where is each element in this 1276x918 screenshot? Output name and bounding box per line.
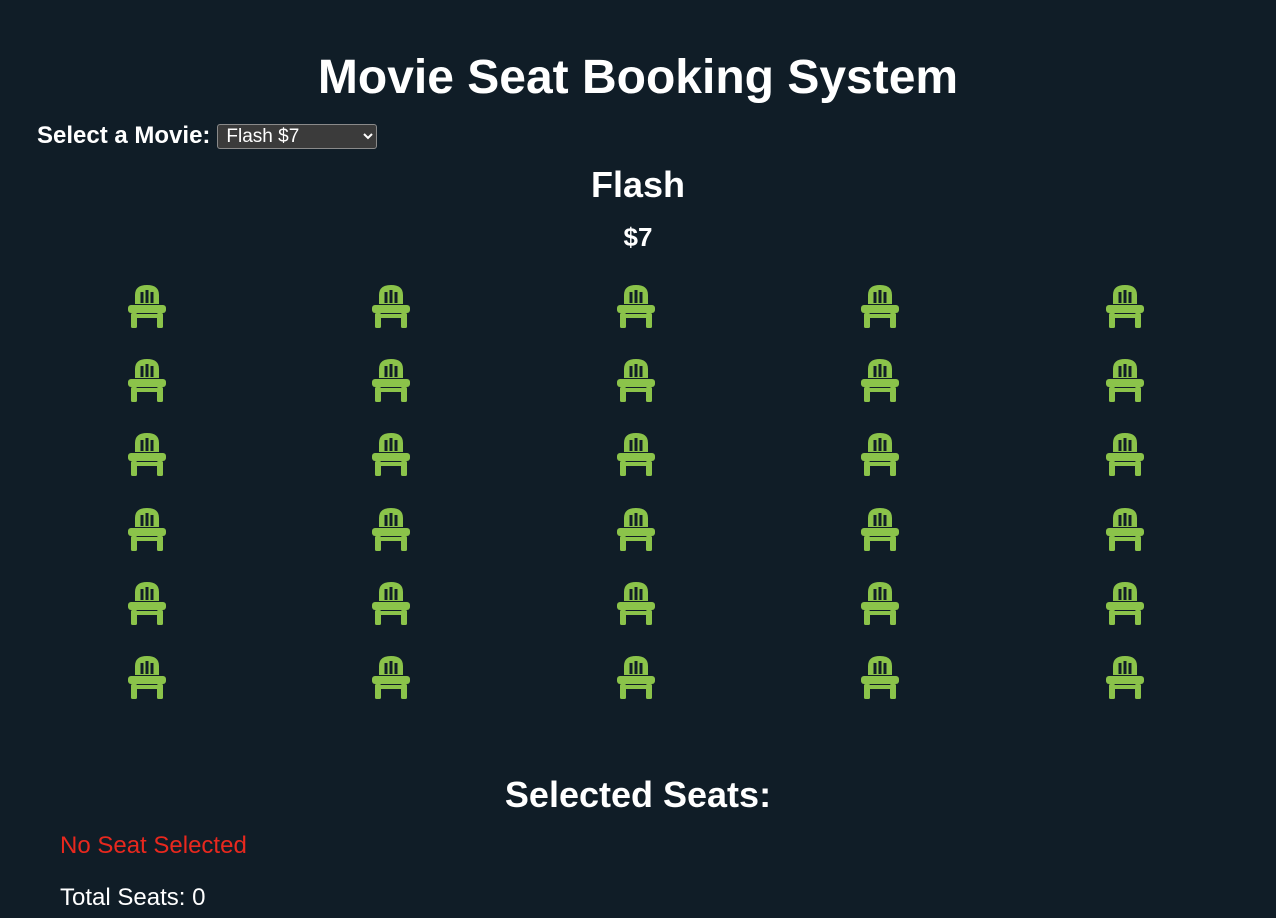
seat-r6-c1[interactable] [127, 655, 167, 701]
chair-icon [371, 358, 411, 404]
seat-r4-c3[interactable] [616, 507, 656, 553]
chair-icon [371, 655, 411, 701]
chair-icon [860, 507, 900, 553]
chair-icon [1105, 507, 1145, 553]
chair-icon [1105, 655, 1145, 701]
movie-price: $7 [623, 222, 653, 252]
seat-r1-c5[interactable] [1105, 284, 1145, 330]
no-seat-selected-message: No Seat Selected [60, 832, 247, 859]
seat-r2-c4[interactable] [860, 358, 900, 404]
seat-r5-c1[interactable] [127, 581, 167, 627]
chair-icon [860, 284, 900, 330]
seat-r4-c2[interactable] [371, 507, 411, 553]
seat-r5-c5[interactable] [1105, 581, 1145, 627]
chair-icon [127, 284, 167, 330]
chair-icon [127, 432, 167, 478]
selected-seats-heading: Selected Seats: [504, 774, 772, 815]
seat-r5-c3[interactable] [616, 581, 656, 627]
seat-r6-c2[interactable] [371, 655, 411, 701]
seat-r1-c4[interactable] [860, 284, 900, 330]
movie-name: Flash [590, 164, 686, 205]
chair-icon [127, 507, 167, 553]
page: Movie Seat Booking System Select a Movie… [0, 0, 1276, 918]
chair-icon [616, 581, 656, 627]
seat-r6-c4[interactable] [860, 655, 900, 701]
seat-r3-c1[interactable] [127, 432, 167, 478]
chair-icon [616, 432, 656, 478]
chair-icon [860, 581, 900, 627]
chair-icon [127, 581, 167, 627]
seat-r3-c2[interactable] [371, 432, 411, 478]
total-seats: Total Seats: 0 [60, 884, 206, 911]
seat-r4-c1[interactable] [127, 507, 167, 553]
seat-r6-c5[interactable] [1105, 655, 1145, 701]
seat-r2-c5[interactable] [1105, 358, 1145, 404]
seat-r1-c2[interactable] [371, 284, 411, 330]
seat-r5-c2[interactable] [371, 581, 411, 627]
page-title: Movie Seat Booking System [317, 51, 959, 104]
chair-icon [1105, 284, 1145, 330]
seat-r1-c1[interactable] [127, 284, 167, 330]
seat-r3-c3[interactable] [616, 432, 656, 478]
chair-icon [860, 655, 900, 701]
chair-icon [616, 358, 656, 404]
chair-icon [860, 432, 900, 478]
seat-r1-c3[interactable] [616, 284, 656, 330]
seat-r3-c5[interactable] [1105, 432, 1145, 478]
movie-select-label: Select a Movie: [37, 122, 211, 149]
chair-icon [371, 284, 411, 330]
chair-icon [371, 432, 411, 478]
chair-icon [127, 655, 167, 701]
seat-r5-c4[interactable] [860, 581, 900, 627]
seat-r2-c3[interactable] [616, 358, 656, 404]
movie-select-row: Select a Movie: Flash $7 [37, 122, 378, 150]
chair-icon [371, 507, 411, 553]
chair-icon [1105, 581, 1145, 627]
seat-r4-c5[interactable] [1105, 507, 1145, 553]
chair-icon [1105, 432, 1145, 478]
seat-r4-c4[interactable] [860, 507, 900, 553]
seat-r6-c3[interactable] [616, 655, 656, 701]
chair-icon [616, 655, 656, 701]
seat-r3-c4[interactable] [860, 432, 900, 478]
chair-icon [860, 358, 900, 404]
movie-select[interactable]: Flash $7 [217, 123, 378, 149]
chair-icon [616, 284, 656, 330]
chair-icon [1105, 358, 1145, 404]
seat-r2-c1[interactable] [127, 358, 167, 404]
chair-icon [371, 581, 411, 627]
chair-icon [127, 358, 167, 404]
chair-icon [616, 507, 656, 553]
seat-r2-c2[interactable] [371, 358, 411, 404]
